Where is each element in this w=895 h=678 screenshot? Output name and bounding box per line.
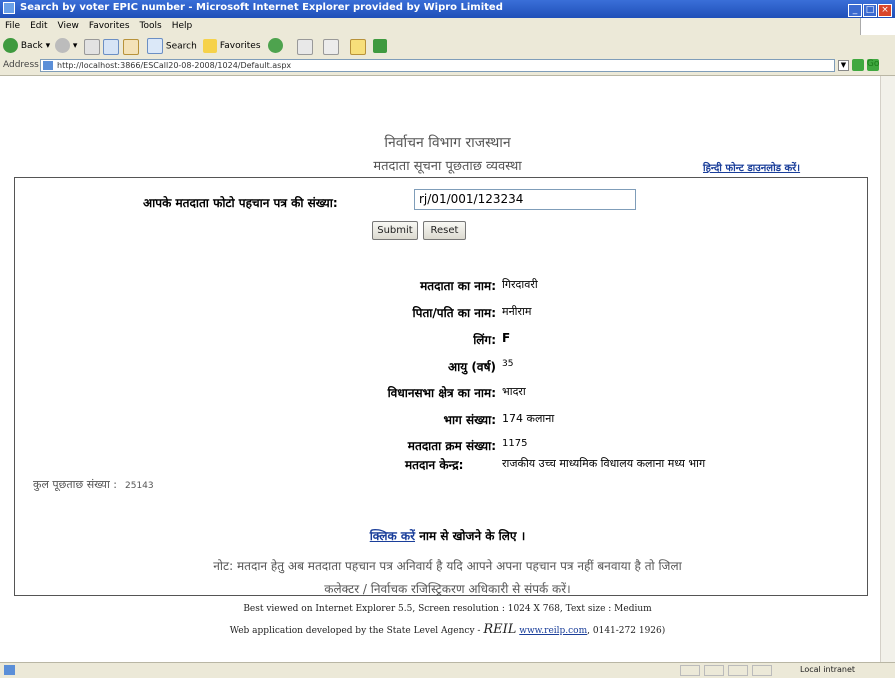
part-number-value: 174 कलाना — [502, 412, 555, 425]
search-label: Search — [165, 41, 197, 52]
back-button[interactable]: Back ▾ — [3, 38, 50, 54]
search-button[interactable]: Search — [147, 38, 197, 54]
favorites-button[interactable]: Favorites — [203, 38, 261, 54]
developer-prefix: Web application developed by the State L… — [229, 626, 481, 636]
menu-edit[interactable]: Edit — [25, 18, 52, 31]
search-by-name-line: क्लिक करें नाम से खोजने के लिए । — [0, 527, 895, 544]
menu-favorites[interactable]: Favorites — [84, 18, 135, 31]
status-pane — [752, 665, 772, 676]
window-title: Search by voter EPIC number - Microsoft … — [20, 2, 503, 13]
status-pane — [680, 665, 700, 676]
folder-icon[interactable] — [350, 39, 366, 55]
polling-booth-label: मतदान केन्द्र: — [405, 458, 464, 472]
father-name-value: मनीराम — [502, 305, 532, 318]
voter-name-value: गिरदावरी — [502, 278, 538, 291]
age-label: आयु (वर्ष) — [448, 360, 496, 374]
menu-bar: File Edit View Favorites Tools Help — [0, 18, 895, 36]
menu-help[interactable]: Help — [167, 18, 198, 31]
developer-phone: , 0141-272 1926) — [587, 626, 666, 636]
menu-file[interactable]: File — [0, 18, 25, 31]
father-name-label: पिता/पति का नाम: — [412, 306, 496, 320]
back-arrow-icon — [3, 38, 18, 53]
serial-number-label: मतदाता क्रम संख्या: — [407, 439, 496, 453]
gender-label: लिंग: — [473, 333, 496, 347]
best-viewed-text: Best viewed on Internet Explorer 5.5, Sc… — [243, 604, 652, 614]
minimize-button[interactable]: _ — [848, 4, 862, 17]
ie-icon — [3, 2, 15, 14]
note-line-1: नोट: मतदान हेतु अब मतदाता पहचान पत्र अनि… — [213, 559, 682, 573]
address-bar: Address http://localhost:3866/ESCall20-0… — [0, 57, 895, 76]
messenger-icon[interactable] — [373, 39, 387, 53]
window-titlebar: Search by voter EPIC number - Microsoft … — [0, 0, 895, 18]
star-icon — [203, 38, 217, 53]
stop-icon[interactable] — [84, 39, 100, 55]
page-icon — [43, 61, 53, 70]
hindi-font-download-link[interactable]: हिन्दी फोन्ट डाउनलोड करें। — [703, 160, 800, 174]
developer-credit: Web application developed by the State L… — [0, 622, 895, 637]
address-dropdown-button[interactable]: ▼ — [838, 60, 849, 71]
part-number-label: भाग संख्या: — [443, 413, 496, 427]
print-icon[interactable] — [323, 39, 339, 55]
address-input[interactable]: http://localhost:3866/ESCall20-08-2008/1… — [40, 59, 835, 72]
developer-brand: REIL — [483, 622, 517, 637]
menu-view[interactable]: View — [53, 18, 84, 31]
go-arrow-icon — [852, 59, 864, 71]
security-zone: Local intranet — [800, 665, 856, 674]
search-by-name-text: नाम से खोजने के लिए । — [419, 529, 526, 543]
submit-button[interactable]: Submit — [372, 221, 418, 240]
maximize-button[interactable]: □ — [863, 4, 877, 17]
click-here-link[interactable]: क्लिक करें — [370, 529, 415, 543]
developer-website-link[interactable]: www.reilp.com — [519, 626, 587, 636]
department-title: निर्वाचन विभाग राजस्थान — [384, 135, 511, 151]
go-label: Go — [866, 59, 880, 71]
reset-button[interactable]: Reset — [423, 221, 466, 240]
page-content: निर्वाचन विभाग राजस्थान मतदाता सूचना पूछ… — [0, 76, 880, 662]
forward-button[interactable]: ▾ — [55, 38, 77, 54]
go-button[interactable]: Go — [852, 59, 879, 71]
gender-value: F — [502, 331, 511, 345]
assembly-value: भादरा — [502, 385, 526, 398]
voter-name-label: मतदाता का नाम: — [420, 279, 496, 293]
home-icon[interactable] — [123, 39, 139, 55]
total-queries: कुल पूछताछ संख्या : 25143 — [33, 477, 154, 492]
mail-icon[interactable] — [297, 39, 313, 55]
total-queries-value: 25143 — [125, 481, 154, 491]
address-url: http://localhost:3866/ESCall20-08-2008/1… — [57, 61, 292, 70]
refresh-icon[interactable] — [103, 39, 119, 55]
forward-arrow-icon — [55, 38, 70, 53]
back-label: Back — [20, 41, 43, 51]
status-pane — [728, 665, 748, 676]
epic-label: आपके मतदाता फोटो पहचान पत्र की संख्या: — [143, 196, 338, 210]
search-icon — [147, 38, 163, 54]
serial-number-value: 1175 — [502, 438, 528, 449]
vertical-scrollbar[interactable] — [880, 76, 895, 662]
total-queries-label: कुल पूछताछ संख्या : — [33, 478, 117, 491]
menu-tools[interactable]: Tools — [135, 18, 167, 31]
status-bar: Local intranet — [0, 662, 895, 678]
close-button[interactable]: × — [878, 4, 892, 17]
windows-logo-icon — [860, 18, 895, 35]
page-status-icon — [4, 665, 15, 675]
assembly-label: विधानसभा क्षेत्र का नाम: — [387, 386, 496, 400]
address-label: Address — [3, 60, 39, 70]
age-value: 35 — [502, 359, 514, 369]
epic-number-input[interactable]: rj/01/001/123234 — [414, 189, 636, 210]
status-pane — [704, 665, 724, 676]
window-controls: _ □ × — [847, 2, 892, 17]
note-line-2: कलेक्टर / निर्वाचक रजिस्ट्रिकरण अधिकारी … — [324, 582, 571, 596]
toolbar: Back ▾ ▾ Search Favorites — [0, 35, 895, 58]
polling-booth-value: राजकीय उच्च माध्यमिक विधालय कलाना मध्य भ… — [502, 457, 706, 470]
history-icon[interactable] — [268, 38, 283, 53]
favorites-label: Favorites — [219, 41, 261, 51]
